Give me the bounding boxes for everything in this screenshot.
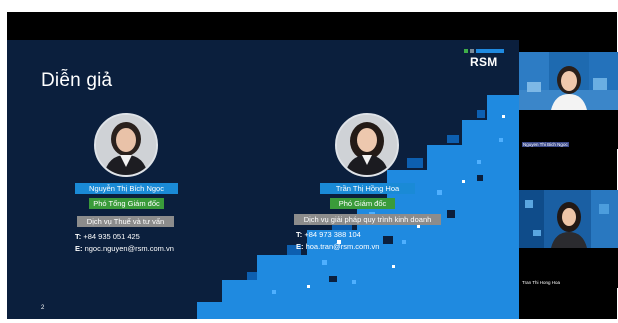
rsm-logo-icon: RSM (464, 49, 504, 73)
participant-tile-2[interactable]: Tran Thi Hong Hoa (519, 190, 618, 288)
speaker-role: Phó Giám đốc (330, 198, 395, 209)
participant-tile-1[interactable]: Nguyen Thi Bich Ngoc (519, 52, 618, 149)
speaker-phone: T: +84 935 051 425 (75, 232, 140, 241)
speaker-role: Phó Tổng Giám đốc (89, 198, 164, 209)
speaker-name: Nguyễn Thị Bích Ngọc (75, 183, 178, 194)
slide-page-number: 2 (41, 305, 45, 311)
participant-video (519, 52, 618, 110)
participant-video (519, 190, 618, 248)
speaker-department: Dịch vụ Thuế và tư vấn (77, 216, 174, 227)
speaker-avatar (335, 113, 399, 177)
participant-name: Tran Thi Hong Hoa (522, 280, 561, 285)
speaker-department: Dịch vụ giải pháp quy trình kinh doanh (294, 214, 441, 225)
speaker-phone: T: +84 973 388 104 (296, 230, 361, 239)
speaker-name: Trần Thị Hồng Hoa (320, 183, 415, 194)
person-avatar-icon (96, 115, 156, 175)
slide-title: Diễn giả (41, 70, 113, 91)
speaker-email: E: ngoc.nguyen@rsm.com.vn (75, 244, 174, 253)
speaker-email: E: hoa.tran@rsm.com.vn (296, 242, 380, 251)
presentation-slide: Diễn giả RSM Nguyễn Thị Bích Ngọc Phó Tổ… (7, 40, 519, 319)
participant-name: Nguyen Thi Bich Ngoc (522, 142, 569, 147)
person-avatar-icon (337, 115, 397, 175)
logo-text: RSM (470, 55, 498, 69)
speaker-avatar (94, 113, 158, 177)
